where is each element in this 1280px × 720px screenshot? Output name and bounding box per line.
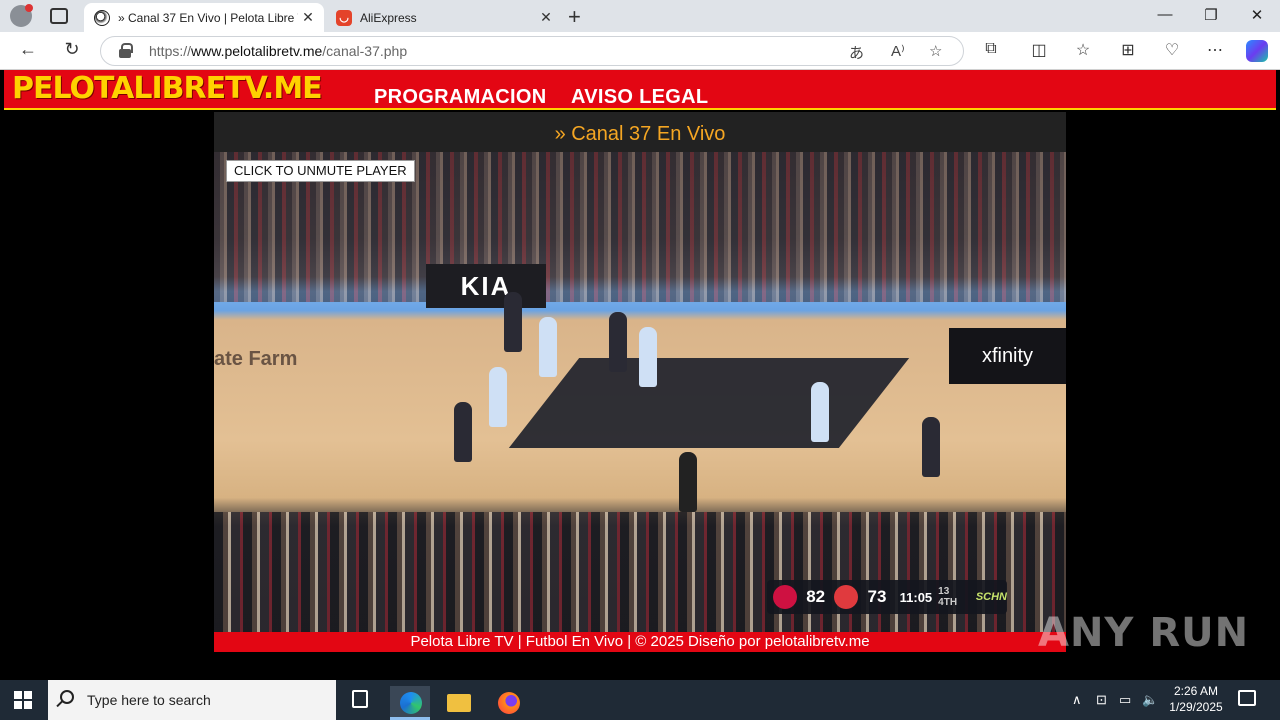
crowd-lower <box>214 512 1066 632</box>
xfinity-ad-board: xfinity <box>949 328 1066 384</box>
collections-icon[interactable]: ⊞ <box>1116 40 1140 60</box>
new-tab-button[interactable]: + <box>568 4 581 30</box>
lock-icon[interactable] <box>119 43 133 58</box>
show-hidden-icons-icon[interactable]: ∧ <box>1072 692 1082 708</box>
browser-toolbar: ← ↻ https://www.pelotalibretv.me/canal-3… <box>0 32 1280 70</box>
channel-title: » Canal 37 En Vivo <box>214 112 1066 152</box>
hawks-logo-icon <box>834 585 859 609</box>
basketball-player <box>504 292 522 352</box>
kia-ad-board: KIA <box>426 264 546 308</box>
basketball-player <box>811 382 829 442</box>
copilot-icon[interactable] <box>1246 40 1268 62</box>
favorite-star-icon[interactable]: ☆ <box>929 42 942 60</box>
extensions-icon[interactable]: ⧉ <box>979 40 1003 58</box>
clock-date: 1/29/2025 <box>1169 700 1223 714</box>
site-footer: Pelota Libre TV | Futbol En Vivo | © 202… <box>214 632 1066 652</box>
taskbar-file-explorer[interactable] <box>438 686 478 720</box>
taskbar-firefox[interactable] <box>488 686 528 720</box>
favorites-icon[interactable]: ☆ <box>1071 40 1095 60</box>
clock-time: 2:26 AM <box>1173 684 1219 698</box>
aliexpress-favicon-icon: ◡ <box>336 9 352 26</box>
basketball-player <box>609 312 627 372</box>
game-period: 13 4TH <box>938 586 958 608</box>
task-view-icon[interactable] <box>352 690 368 708</box>
tab-actions-icon[interactable] <box>50 8 68 24</box>
browser-tab-bar: » Canal 37 En Vivo | Pelota Libre TV ✕ ◡… <box>0 0 1280 32</box>
address-bar[interactable]: https://www.pelotalibretv.me/canal-37.ph… <box>100 36 964 66</box>
settings-more-icon[interactable]: ⋯ <box>1203 40 1227 60</box>
taskbar: Type here to search ∧ ⊡ ▭ 🔈 <box>0 680 1280 720</box>
edge-icon <box>400 692 422 714</box>
restore-icon[interactable]: ❐ <box>1188 6 1234 24</box>
anyrun-watermark: ANY RUN <box>1038 610 1250 656</box>
basketball-player <box>539 317 557 377</box>
close-window-icon[interactable]: ✕ <box>1234 6 1280 24</box>
basketball-player <box>489 367 507 427</box>
split-screen-icon[interactable]: ◫ <box>1027 40 1051 60</box>
tab-pelotalibre[interactable]: » Canal 37 En Vivo | Pelota Libre TV ✕ <box>84 3 324 32</box>
network-logo: SCHN <box>975 591 1007 603</box>
site-header: PELOTALIBRETV.ME PROGRAMACION AVISO LEGA… <box>4 70 1276 110</box>
notifications-icon[interactable] <box>1238 690 1256 706</box>
taskbar-search[interactable]: Type here to search <box>48 680 336 720</box>
game-clock: 11:05 <box>899 589 933 605</box>
referee <box>679 452 697 512</box>
refresh-icon[interactable]: ↻ <box>60 39 84 60</box>
soccer-ball-favicon-icon <box>94 9 110 26</box>
site-logo[interactable]: PELOTALIBRETV.ME <box>12 71 323 106</box>
device-icon[interactable]: ⊡ <box>1096 692 1107 708</box>
tab-aliexpress[interactable]: ◡ AliExpress ✕ <box>326 3 562 32</box>
web-page: PELOTALIBRETV.ME PROGRAMACION AVISO LEGA… <box>4 70 1276 676</box>
search-icon <box>60 690 74 704</box>
away-score: 73 <box>867 587 887 606</box>
court-paint <box>508 358 910 448</box>
volume-icon[interactable]: 🔈 <box>1142 692 1158 708</box>
folder-icon <box>447 694 471 712</box>
url-text[interactable]: https://www.pelotalibretv.me/canal-37.ph… <box>149 43 407 59</box>
minimize-icon[interactable]: — <box>1142 6 1188 23</box>
court-sponsor-text: ate Farm <box>214 348 298 370</box>
read-aloud-icon[interactable]: A⁾ <box>891 42 905 60</box>
basketball-player <box>639 327 657 387</box>
main-content: » Canal 37 En Vivo KIA xfinity ate Farm … <box>214 112 1066 652</box>
back-icon[interactable]: ← <box>16 39 40 60</box>
unmute-button[interactable]: CLICK TO UNMUTE PLAYER <box>226 160 415 182</box>
translate-icon[interactable]: あ <box>849 42 864 63</box>
close-tab-icon[interactable]: ✕ <box>536 9 556 26</box>
tab-title: » Canal 37 En Vivo | Pelota Libre TV <box>118 10 298 25</box>
video-player[interactable]: KIA xfinity ate Farm CLICK TO UNMUTE PLA… <box>214 152 1066 632</box>
menu-programacion[interactable]: PROGRAMACION <box>374 86 547 109</box>
profile-icon[interactable] <box>10 4 33 27</box>
network-icon[interactable]: ▭ <box>1119 692 1131 708</box>
taskbar-edge[interactable] <box>390 686 430 720</box>
search-placeholder: Type here to search <box>87 692 211 708</box>
home-score: 82 <box>806 587 826 606</box>
windows-start-icon[interactable] <box>14 691 32 709</box>
system-clock[interactable]: 2:26 AM 1/29/2025 <box>1164 683 1228 715</box>
basketball-player <box>922 417 940 477</box>
close-tab-icon[interactable]: ✕ <box>298 9 318 26</box>
basketball-player <box>454 402 472 462</box>
menu-aviso-legal[interactable]: AVISO LEGAL <box>571 86 708 109</box>
firefox-icon <box>498 692 520 714</box>
scoreboard: 82 73 11:05 13 4TH SCHN <box>767 580 1007 614</box>
rockets-logo-icon <box>773 585 797 609</box>
browser-essentials-icon[interactable]: ♡ <box>1160 40 1184 60</box>
tab-title: AliExpress <box>360 10 417 25</box>
